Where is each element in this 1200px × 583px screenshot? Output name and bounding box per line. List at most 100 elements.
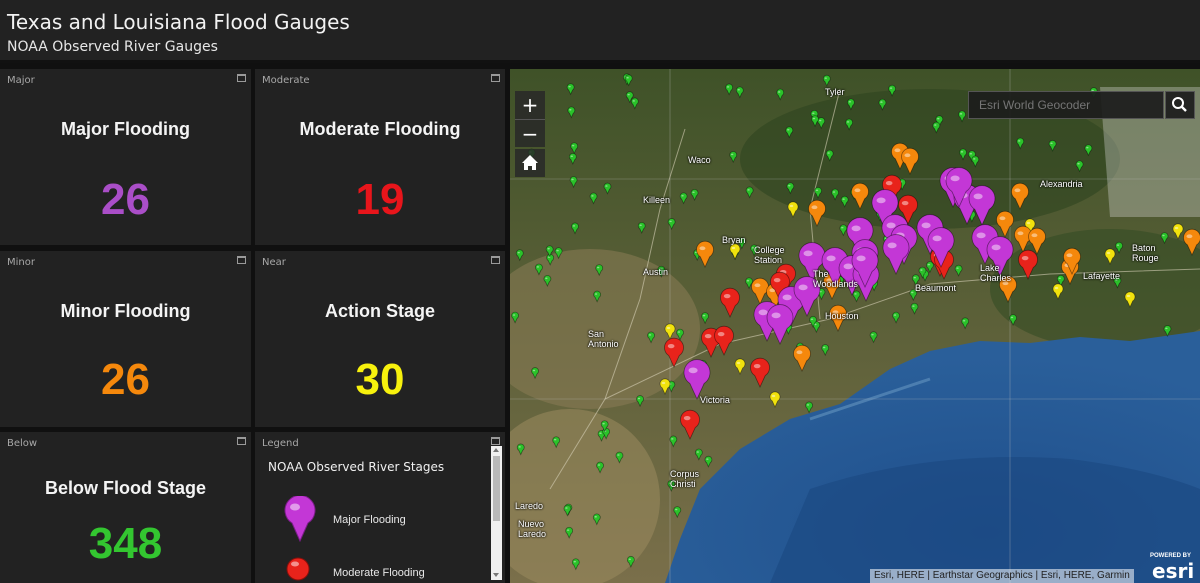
gauge-marker-highlight: [671, 438, 674, 440]
esri-logo[interactable]: POWERED BY esri: [1150, 553, 1196, 583]
gauge-marker-highlight: [818, 119, 822, 122]
home-button[interactable]: [515, 149, 545, 177]
zoom-in-button[interactable]: +: [515, 91, 545, 119]
dashboard-subtitle: NOAA Observed River Gauges: [7, 39, 218, 55]
gauge-marker-highlight: [812, 117, 816, 120]
gauge-marker-highlight: [677, 331, 681, 333]
scrollbar-thumb[interactable]: [493, 456, 500, 521]
gauge-marker-highlight: [696, 451, 700, 453]
city-label: The Woodlands: [813, 269, 858, 289]
gauge-marker-highlight: [699, 246, 706, 251]
gauge-marker-highlight: [846, 121, 850, 123]
satellite-basemap: [510, 69, 1200, 583]
maximize-icon[interactable]: [237, 437, 246, 445]
gauge-marker-highlight: [827, 152, 830, 154]
gauge-marker-highlight: [771, 394, 776, 398]
city-label: Tyler: [825, 87, 845, 97]
gauge-marker-highlight: [566, 529, 570, 531]
gauge-marker-highlight: [599, 432, 602, 435]
gauge-marker-highlight: [871, 333, 874, 336]
gauge-marker-highlight: [723, 294, 731, 299]
gauge-marker-highlight: [921, 222, 931, 229]
gauge-marker-highlight: [812, 112, 815, 115]
panel-label: Moderate: [262, 75, 310, 86]
gauge-marker-highlight: [571, 178, 574, 181]
gauge-marker-highlight: [570, 155, 574, 158]
gauge-marker-highlight: [565, 507, 568, 509]
gauge-marker-highlight: [826, 255, 836, 262]
gauge-marker-highlight: [876, 197, 886, 204]
gauge-marker-highlight: [1186, 234, 1193, 239]
gauge-marker-highlight: [912, 305, 915, 307]
indicator-title: Below Flood Stage: [44, 478, 206, 498]
gauge-marker-highlight: [628, 558, 632, 561]
maximize-icon[interactable]: [237, 74, 246, 82]
gauge-marker-highlight: [736, 361, 741, 365]
gauge-marker-highlight: [518, 446, 521, 448]
gauge-marker-highlight: [913, 276, 916, 279]
gauge-marker-highlight: [605, 185, 608, 187]
gauge-marker-highlight: [675, 508, 678, 511]
moderate-flooding-panel: Moderate Moderate Flooding 19: [255, 69, 505, 245]
gauge-marker-highlight: [632, 100, 635, 102]
city-label: Victoria: [700, 395, 730, 405]
gauge-marker-highlight: [973, 158, 976, 160]
gauge-marker-highlight: [568, 85, 571, 88]
gauge-marker-highlight: [547, 247, 550, 250]
city-label: Baton Rouge: [1132, 243, 1159, 263]
city-label: Lake Charles: [980, 263, 1012, 283]
gauge-marker-highlight: [683, 416, 691, 421]
indicator-title: Minor Flooding: [60, 301, 191, 321]
gauge-marker-highlight: [1116, 244, 1120, 246]
legend-item-major: Major Flooding: [255, 496, 485, 546]
gauge-marker-highlight: [1017, 140, 1021, 142]
maximize-icon[interactable]: [237, 256, 246, 264]
gauge-marker-highlight: [1066, 253, 1073, 258]
panel-label: Below: [7, 438, 38, 449]
gauge-marker-highlight: [747, 189, 750, 191]
gauge-marker-highlight: [1058, 277, 1061, 279]
gauge-marker-highlight: [1050, 142, 1053, 145]
gauge-marker-highlight: [771, 312, 781, 319]
gauge-marker-highlight: [950, 175, 960, 182]
gauge-marker-highlight: [706, 458, 709, 460]
gauge-marker-highlight: [1031, 233, 1038, 238]
gauge-marker-highlight: [782, 294, 792, 301]
maximize-icon[interactable]: [491, 256, 500, 264]
gauge-marker-highlight: [789, 204, 794, 208]
search-button[interactable]: [1165, 91, 1195, 119]
gauge-marker-highlight: [597, 464, 601, 466]
indicator-title: Major Flooding: [61, 119, 190, 139]
gauge-marker-highlight: [602, 422, 605, 425]
legend-scrollbar[interactable]: [491, 446, 502, 580]
gauge-marker-highlight: [886, 222, 896, 229]
gauge-marker-highlight: [798, 284, 808, 291]
gauge-marker-highlight: [661, 381, 666, 385]
dashboard-header: Texas and Louisiana Flood Gauges NOAA Ob…: [0, 0, 1200, 63]
panel-label: Minor: [7, 257, 35, 268]
search-icon: [1172, 97, 1187, 112]
gauge-marker-highlight: [911, 291, 914, 294]
city-label: Killeen: [643, 195, 671, 205]
scroll-down-icon[interactable]: [493, 573, 499, 577]
gauge-marker-highlight: [832, 191, 836, 193]
map-attribution[interactable]: Esri, HERE | Earthstar Geographics | Esr…: [870, 569, 1134, 583]
gauge-marker-highlight: [648, 334, 652, 336]
search-input[interactable]: [968, 91, 1164, 119]
maximize-icon[interactable]: [491, 74, 500, 82]
gauge-marker-highlight: [639, 224, 642, 227]
gauge-marker-highlight: [617, 454, 620, 456]
gauge-marker-highlight: [569, 109, 572, 111]
scroll-up-icon[interactable]: [493, 448, 499, 452]
zoom-out-button[interactable]: −: [515, 119, 545, 147]
gauge-marker-highlight: [1010, 316, 1014, 319]
map-view[interactable]: Tyler Waco Killeen Bryan College Station…: [510, 69, 1200, 583]
gauge-marker-highlight: [1126, 294, 1131, 298]
city-label: Waco: [688, 155, 711, 165]
panel-label: Near: [262, 257, 286, 268]
gauge-marker-highlight: [1017, 231, 1024, 236]
gauge-marker-highlight: [787, 128, 790, 131]
gauge-marker-highlight: [669, 220, 672, 223]
panel-label: Major: [7, 75, 35, 86]
gauge-marker-highlight: [1077, 162, 1080, 165]
